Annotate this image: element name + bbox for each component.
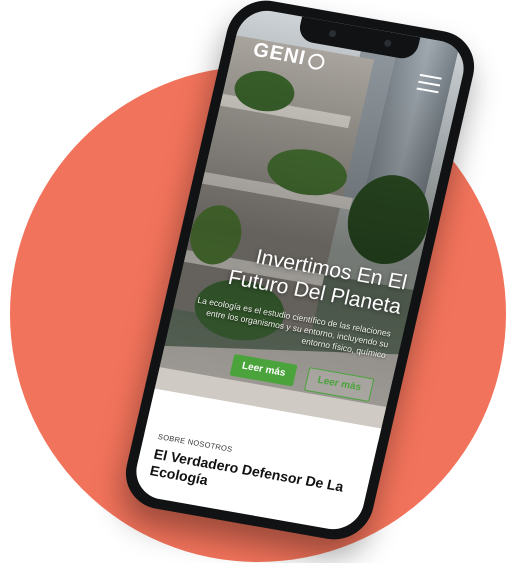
hamburger-menu-button[interactable] bbox=[415, 73, 442, 98]
camera-icon bbox=[328, 29, 337, 38]
sensor-icon bbox=[383, 39, 392, 48]
